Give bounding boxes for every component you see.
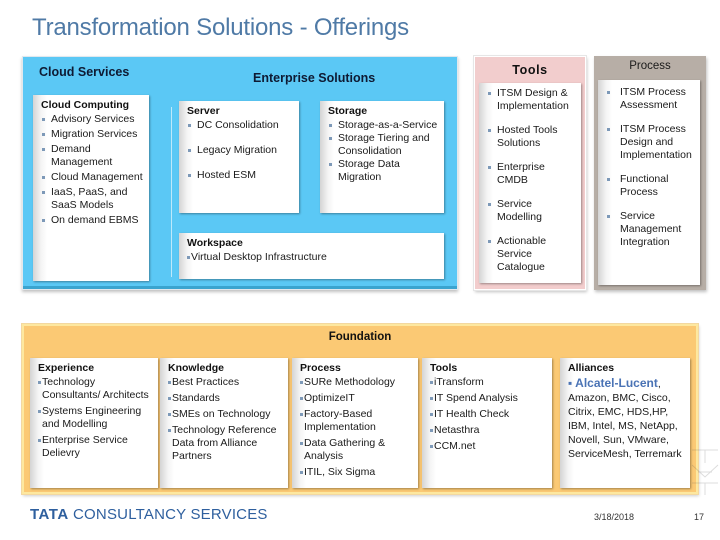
list-item: Technology Reference Data from Alliance … <box>168 424 282 463</box>
knowledge-card: Knowledge Best Practices Standards SMEs … <box>160 358 288 488</box>
workspace-heading: Workspace <box>187 237 243 249</box>
list-item: Legacy Migration <box>187 144 293 157</box>
list-item: Best Practices <box>168 376 282 389</box>
list-item: Systems Engineering and Modelling <box>38 405 152 431</box>
alliances-heading: Alliances <box>568 362 615 374</box>
list-item: SMEs on Technology <box>168 408 282 421</box>
workspace-card: Workspace Virtual Desktop Infrastructure <box>179 233 444 279</box>
list-item: On demand EBMS <box>41 214 143 227</box>
server-card: Server DC Consolidation Legacy Migration… <box>179 101 299 213</box>
cloud-computing-card: Cloud Computing Advisory Services Migrat… <box>33 95 149 281</box>
server-heading: Server <box>187 105 220 117</box>
experience-heading: Experience <box>38 362 95 374</box>
divider <box>171 107 172 277</box>
cloud-enterprise-panel: Cloud Services Enterprise Solutions Clou… <box>22 56 458 290</box>
slide-title: Transformation Solutions - Offerings <box>32 14 409 41</box>
list-item: DC Consolidation <box>187 119 293 132</box>
list-item: IaaS, PaaS, and SaaS Models <box>41 186 143 212</box>
tcs-logo: TATA CONSULTANCY SERVICES <box>30 506 268 523</box>
tools-list: ITSM Design & Implementation Hosted Tool… <box>487 87 575 274</box>
alcatel-lucent-label: Alcatel-Lucent <box>575 376 658 390</box>
alliances-card: Alliances ▪ Alcatel-Lucent, Amazon, BMC,… <box>560 358 690 488</box>
foundation-panel: Foundation Experience Technology Consult… <box>22 324 698 494</box>
list-item: IT Health Check <box>430 408 546 421</box>
process-title: Process <box>629 60 671 72</box>
enterprise-solutions-title: Enterprise Solutions <box>253 71 376 85</box>
workspace-list: Virtual Desktop Infrastructure <box>187 251 438 264</box>
list-item: SURe Methodology <box>300 376 412 389</box>
list-item: Demand Management <box>41 143 143 169</box>
storage-list: Storage-as-a-Service Storage Tiering and… <box>328 119 438 184</box>
tools-column: Tools ITSM Design & Implementation Hoste… <box>474 56 586 290</box>
list-item: Actionable Service Catalogue <box>487 235 575 274</box>
foundation-process-card: Process SURe Methodology OptimizeIT Fact… <box>292 358 418 488</box>
tools-card: ITSM Design & Implementation Hosted Tool… <box>479 83 581 283</box>
foundation-tools-heading: Tools <box>430 362 458 374</box>
list-item: Factory-Based Implementation <box>300 408 412 434</box>
list-item: Hosted ESM <box>187 169 293 182</box>
alliances-list: ▪ Alcatel-Lucent, Amazon, BMC, Cisco, Ci… <box>568 376 684 461</box>
foundation-process-list: SURe Methodology OptimizeIT Factory-Base… <box>300 376 412 479</box>
list-item: Advisory Services <box>41 113 143 126</box>
alliance-highlight: ▪ Alcatel-Lucent <box>568 376 658 390</box>
list-item: ITIL, Six Sigma <box>300 466 412 479</box>
list-item: Netasthra <box>430 424 546 437</box>
cloud-computing-heading: Cloud Computing <box>41 99 130 111</box>
list-item: Storage Tiering and Consolidation <box>328 132 438 158</box>
list-item: Enterprise Service Delievry <box>38 434 152 460</box>
experience-card: Experience Technology Consultants/ Archi… <box>30 358 158 488</box>
list-item: Technology Consultants/ Architects <box>38 376 152 402</box>
list-item: Functional Process <box>606 173 694 199</box>
foundation-process-heading: Process <box>300 362 341 374</box>
list-item: Storage Data Migration <box>328 158 438 184</box>
storage-card: Storage Storage-as-a-Service Storage Tie… <box>320 101 444 213</box>
page-number: 17 <box>694 512 705 522</box>
tools-title: Tools <box>512 63 548 77</box>
list-item: ITSM Process Assessment <box>606 86 694 112</box>
knowledge-list: Best Practices Standards SMEs on Technol… <box>168 376 282 463</box>
tata-watermark-icon <box>691 449 719 495</box>
list-item: ITSM Design & Implementation <box>487 87 575 113</box>
storage-heading: Storage <box>328 105 368 117</box>
process-list: ITSM Process Assessment ITSM Process Des… <box>606 86 694 249</box>
cloud-computing-list: Advisory Services Migration Services Dem… <box>41 113 143 227</box>
list-item: Migration Services <box>41 128 143 141</box>
tcs-logo-text: CONSULTANCY SERVICES <box>68 506 268 523</box>
list-item: Standards <box>168 392 282 405</box>
server-list: DC Consolidation Legacy Migration Hosted… <box>187 119 293 182</box>
tcs-logo-bold: TATA <box>30 506 69 523</box>
list-item: Hosted Tools Solutions <box>487 124 575 150</box>
list-item: Service Modelling <box>487 198 575 224</box>
list-item: Cloud Management <box>41 171 143 184</box>
list-item: Virtual Desktop Infrastructure <box>187 251 438 264</box>
list-item: OptimizeIT <box>300 392 412 405</box>
process-card: ITSM Process Assessment ITSM Process Des… <box>598 80 700 285</box>
cloud-services-title: Cloud Services <box>39 65 130 79</box>
process-column: Process ITSM Process Assessment ITSM Pro… <box>594 56 706 290</box>
list-item: Enterprise CMDB <box>487 161 575 187</box>
list-item: Data Gathering & Analysis <box>300 437 412 463</box>
experience-list: Technology Consultants/ Architects Syste… <box>38 376 152 460</box>
foundation-tools-list: iTransform IT Spend Analysis IT Health C… <box>430 376 546 453</box>
foundation-title: Foundation <box>328 331 392 343</box>
list-item: Storage-as-a-Service <box>328 119 438 132</box>
list-item: ITSM Process Design and Implementation <box>606 123 694 162</box>
list-item: iTransform <box>430 376 546 389</box>
list-item: IT Spend Analysis <box>430 392 546 405</box>
foundation-tools-card: Tools iTransform IT Spend Analysis IT He… <box>422 358 552 488</box>
list-item: CCM.net <box>430 440 546 453</box>
knowledge-heading: Knowledge <box>168 362 225 374</box>
list-item: Service Management Integration <box>606 210 694 249</box>
alliance-partners: , Amazon, BMC, Cisco, Citrix, EMC, HDS,H… <box>568 378 682 460</box>
footer-date: 3/18/2018 <box>594 512 635 522</box>
